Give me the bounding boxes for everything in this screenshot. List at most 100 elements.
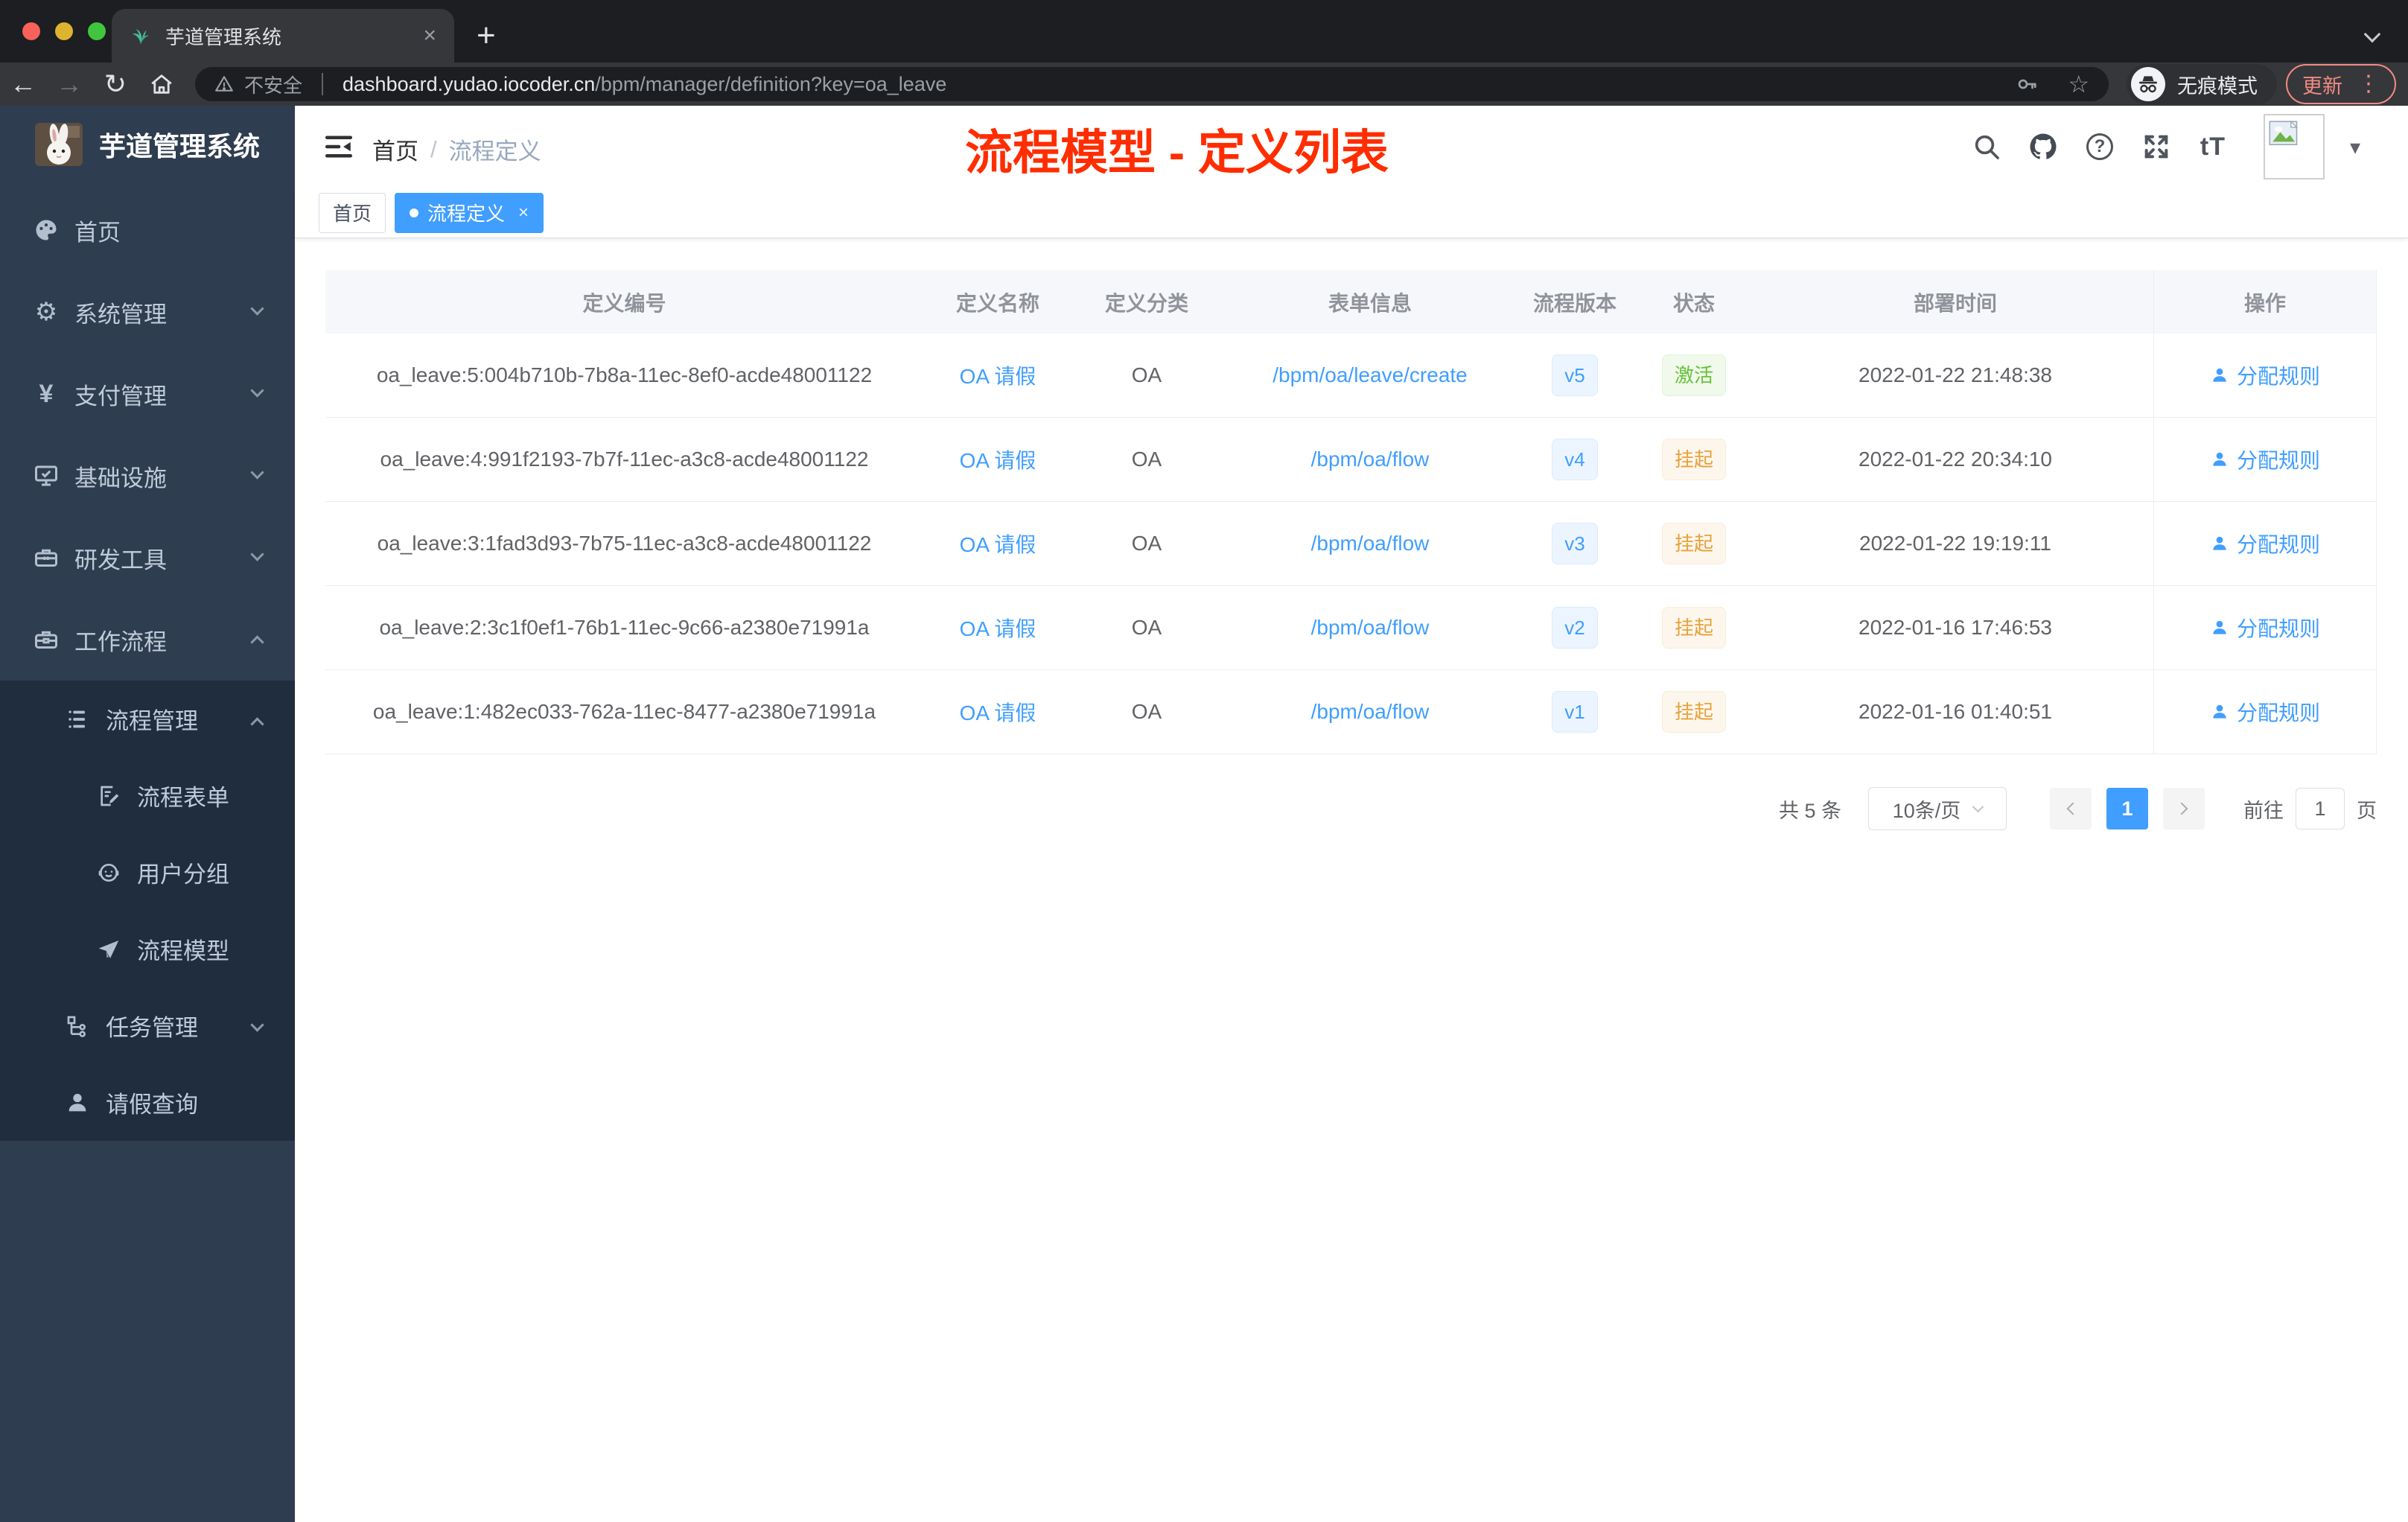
form-link[interactable]: /bpm/oa/flow [1311, 700, 1430, 723]
sidebar-item-label: 流程管理 [106, 708, 198, 734]
paper-plane-icon [94, 937, 124, 961]
definition-name-link[interactable]: OA 请假 [960, 617, 1036, 640]
cell-definition-id: oa_leave:2:3c1f0ef1-76b1-11ec-9c66-a2380… [379, 616, 870, 639]
status-badge: 挂起 [1661, 607, 1726, 649]
form-link[interactable]: /bpm/oa/flow [1311, 532, 1430, 555]
page-url[interactable]: dashboard.yudao.iocoder.cn/bpm/manager/d… [343, 73, 946, 96]
tag-close-icon[interactable]: × [518, 203, 529, 223]
bookmark-star-icon[interactable]: ☆ [2068, 70, 2089, 98]
chrome-update-menu-button[interactable]: 更新 ⋮ [2286, 64, 2396, 104]
assign-rule-button[interactable]: 分配规则 [2210, 445, 2320, 474]
new-tab-button[interactable]: + [477, 12, 496, 60]
sidebar-item-workflow[interactable]: 工作流程 [0, 599, 295, 681]
tag-label: 流程定义 [427, 203, 506, 225]
sidebar-item-label: 用户分组 [137, 862, 229, 888]
zoom-window-button[interactable] [88, 22, 106, 40]
prev-page-button[interactable] [2050, 788, 2092, 830]
sidebar-item-label: 请假查询 [106, 1092, 198, 1118]
sidebar-item-process-model[interactable]: 流程模型 [0, 911, 295, 987]
form-link[interactable]: /bpm/oa/flow [1311, 448, 1430, 471]
security-label[interactable]: 不安全 [244, 71, 302, 98]
brand-bunny-avatar [34, 123, 83, 166]
definition-name-link[interactable]: OA 请假 [960, 365, 1036, 388]
chevron-down-icon [250, 465, 264, 480]
sidebar-brand[interactable]: 芋道管理系统 [0, 106, 295, 183]
sidebar-item-system[interactable]: ⚙ 系统管理 [0, 271, 295, 353]
home-button[interactable] [149, 71, 174, 97]
page-number-button[interactable]: 1 [2106, 788, 2148, 830]
definition-name-link[interactable]: OA 请假 [960, 449, 1036, 472]
back-button[interactable]: ← [0, 71, 46, 98]
help-icon[interactable]: ? [2083, 130, 2116, 163]
breadcrumb-home[interactable]: 首页 [372, 133, 418, 166]
assign-rule-button[interactable]: 分配规则 [2210, 613, 2320, 643]
definition-name-link[interactable]: OA 请假 [960, 533, 1036, 556]
table-row: oa_leave:1:482ec033-762a-11ec-8477-a2380… [325, 670, 2377, 754]
version-badge: v1 [1552, 691, 1598, 733]
sidebar-menu: 首页 ⚙ 系统管理 ¥ 支付管理 基础设施 研发工具 工作流程 流程管理 流程表… [0, 183, 295, 1141]
user-icon [2213, 620, 2226, 634]
font-size-icon[interactable]: tT [2197, 130, 2229, 163]
sidebar-item-process-management[interactable]: 流程管理 [0, 681, 295, 757]
search-icon[interactable] [1970, 130, 2003, 163]
status-badge: 挂起 [1661, 691, 1726, 733]
assign-rule-button[interactable]: 分配规则 [2210, 360, 2320, 390]
sidebar-item-home[interactable]: 首页 [0, 189, 295, 271]
version-badge: v3 [1552, 523, 1598, 564]
sidebar-item-leave-query[interactable]: 请假查询 [0, 1064, 295, 1141]
reload-button[interactable]: ↻ [92, 71, 138, 98]
chevron-down-icon [250, 547, 264, 561]
form-link[interactable]: /bpm/oa/flow [1311, 616, 1430, 639]
version-badge: v2 [1552, 607, 1598, 649]
definition-name-link[interactable]: OA 请假 [960, 701, 1036, 725]
user-icon [2213, 704, 2226, 719]
address-bar[interactable]: 不安全 dashboard.yudao.iocoder.cn/bpm/manag… [195, 67, 2109, 101]
tag-label: 首页 [333, 203, 372, 225]
sidebar-collapse-icon[interactable] [323, 131, 354, 162]
form-edit-icon [94, 784, 124, 808]
user-icon [63, 1090, 92, 1115]
sidebar-item-task-management[interactable]: 任务管理 [0, 987, 295, 1064]
url-host: dashboard.yudao.iocoder.cn [343, 72, 596, 95]
tab-close-icon[interactable]: × [423, 25, 436, 47]
close-window-button[interactable] [22, 22, 40, 40]
status-badge: 挂起 [1661, 439, 1726, 480]
forward-button[interactable]: → [46, 71, 92, 98]
incognito-icon [2131, 67, 2165, 101]
brand-title: 芋道管理系统 [98, 131, 260, 162]
minimize-window-button[interactable] [55, 22, 73, 40]
password-key-icon[interactable] [2016, 73, 2038, 95]
version-badge: v5 [1552, 354, 1598, 396]
cell-category: OA [1131, 700, 1162, 723]
sidebar-item-process-form[interactable]: 流程表单 [0, 757, 295, 834]
sidebar-item-devtools[interactable]: 研发工具 [0, 517, 295, 599]
github-icon[interactable] [2027, 130, 2060, 163]
robot-face-icon [94, 861, 124, 885]
tag-process-definition[interactable]: 流程定义 × [395, 192, 544, 233]
update-label[interactable]: 更新 [2302, 70, 2342, 99]
browser-tab[interactable]: 芋道管理系统 × [112, 9, 454, 63]
sidebar-item-label: 工作流程 [74, 628, 167, 655]
tag-home[interactable]: 首页 [319, 192, 386, 233]
browser-menu-dots-icon[interactable]: ⋮ [2357, 73, 2380, 95]
url-separator [322, 73, 324, 95]
avatar[interactable] [2263, 114, 2325, 179]
tab-search-chevron-icon[interactable] [2363, 25, 2381, 43]
assign-rule-button[interactable]: 分配规则 [2210, 697, 2320, 727]
page-size-select[interactable]: 10条/页 [1868, 787, 2007, 830]
browser-toolbar: ← → ↻ 不安全 dashboard.yudao.iocoder.cn/bpm… [0, 63, 2408, 106]
sidebar-item-payment[interactable]: ¥ 支付管理 [0, 353, 295, 435]
user-icon [2213, 368, 2226, 382]
definition-table: 定义编号 定义名称 定义分类 表单信息 流程版本 状态 部署时间 操作 oa_l… [325, 270, 2377, 754]
goto-page-input[interactable] [2296, 788, 2345, 830]
window-controls[interactable] [22, 22, 106, 40]
fullscreen-icon[interactable] [2140, 130, 2173, 163]
assign-rule-button[interactable]: 分配规则 [2210, 529, 2320, 558]
sidebar-item-user-group[interactable]: 用户分组 [0, 834, 295, 911]
monitor-check-icon [31, 462, 61, 489]
sidebar-item-infrastructure[interactable]: 基础设施 [0, 435, 295, 517]
form-link[interactable]: /bpm/oa/leave/create [1273, 363, 1468, 386]
next-page-button[interactable] [2163, 788, 2205, 830]
avatar-caret-icon[interactable]: ▾ [2350, 135, 2360, 159]
status-badge: 挂起 [1661, 523, 1726, 564]
